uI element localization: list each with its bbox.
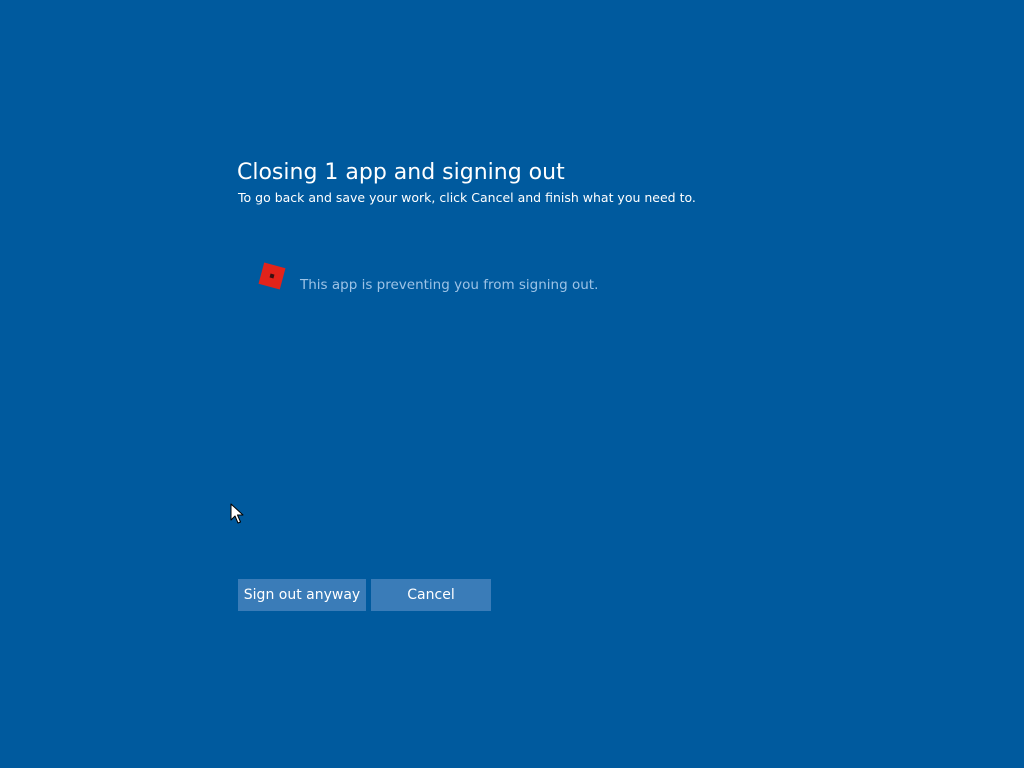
dialog-title: Closing 1 app and signing out bbox=[237, 160, 565, 185]
sign-out-dialog: Closing 1 app and signing out To go back… bbox=[237, 158, 797, 618]
dialog-subtitle: To go back and save your work, click Can… bbox=[238, 190, 696, 205]
sign-out-anyway-button[interactable]: Sign out anyway bbox=[238, 579, 366, 611]
mouse-pointer-icon bbox=[230, 503, 244, 525]
blocking-app-item: This app is preventing you from signing … bbox=[257, 259, 677, 299]
roblox-app-icon bbox=[257, 261, 287, 291]
cancel-button[interactable]: Cancel bbox=[371, 579, 491, 611]
blocking-app-message: This app is preventing you from signing … bbox=[300, 277, 599, 293]
